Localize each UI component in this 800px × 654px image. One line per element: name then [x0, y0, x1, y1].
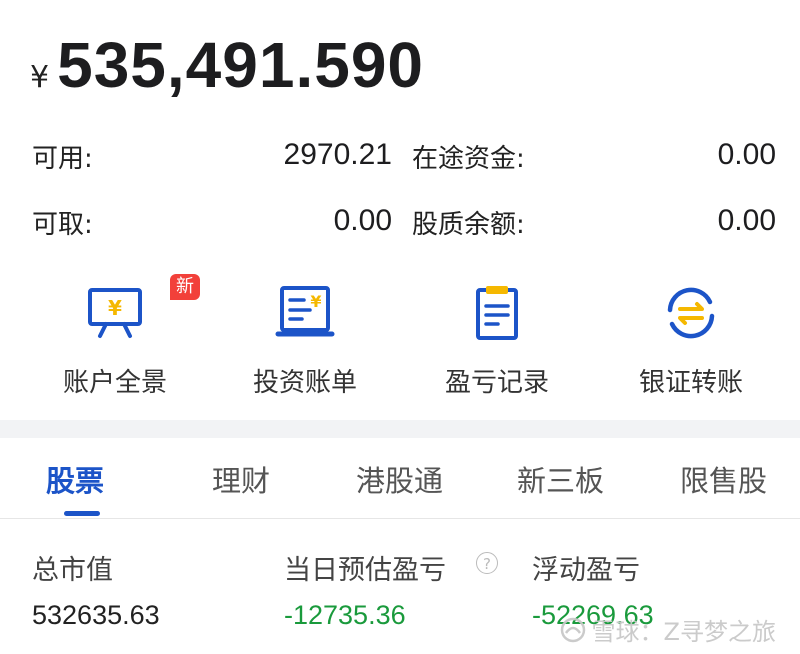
active-tab-indicator — [64, 511, 100, 516]
investment-bill-button[interactable]: ¥ 投资账单 — [210, 278, 400, 398]
tab-neeq[interactable]: 新三板 — [517, 458, 604, 500]
in-transit-value: 0.00 — [717, 138, 776, 171]
investment-bill-icon: ¥ — [275, 286, 335, 337]
withdrawable-label: 可取: — [32, 210, 93, 240]
pledge-balance-value: 0.00 — [717, 204, 776, 237]
account-overview-label: 账户全景 — [62, 368, 167, 398]
profit-loss-record-icon — [476, 286, 518, 340]
currency-symbol: ¥ — [30, 60, 50, 95]
investment-bill-label: 投资账单 — [252, 368, 357, 398]
section-divider — [0, 420, 800, 438]
help-icon[interactable]: ? — [476, 552, 498, 574]
market-value: 532635.63 — [32, 600, 160, 630]
account-overview-button[interactable]: ¥ 新 账户全景 — [20, 274, 210, 398]
svg-text:¥: ¥ — [310, 292, 321, 311]
snowball-logo-icon — [560, 617, 585, 642]
pledge-balance-label: 股质余额: — [412, 210, 525, 240]
tab-hk-connect[interactable]: 港股通 — [356, 458, 443, 500]
total-assets-value: 535,491.590 — [57, 29, 424, 101]
asset-type-tabs: 股票 理财 港股通 新三板 限售股 — [0, 438, 800, 519]
new-badge: 新 — [170, 274, 200, 300]
watermark: 雪球：Z寻梦之旅 — [560, 612, 776, 647]
market-value-label: 总市值 — [32, 555, 113, 586]
available-value: 2970.21 — [283, 138, 392, 171]
bank-transfer-button[interactable]: 银证转账 — [596, 278, 786, 398]
quick-actions: ¥ 新 账户全景 ¥ 投资账单 盈亏记录 银证转账 — [0, 274, 800, 398]
tab-stocks[interactable]: 股票 — [46, 458, 104, 500]
daily-pl-value: -12735.36 — [284, 600, 406, 630]
bank-transfer-label: 银证转账 — [638, 368, 743, 398]
tab-restricted-shares[interactable]: 限售股 — [680, 458, 767, 500]
balance-row-available: 可用: 2970.21 在途资金: 0.00 — [32, 138, 776, 178]
in-transit-label: 在途资金: — [412, 144, 525, 174]
available-label: 可用: — [32, 144, 93, 174]
account-assets-page: ¥ 535,491.590 可用: 2970.21 在途资金: 0.00 可取:… — [0, 0, 800, 654]
watermark-text: 雪球：Z寻梦之旅 — [591, 618, 776, 646]
balance-row-withdrawable: 可取: 0.00 股质余额: 0.00 — [32, 204, 776, 244]
tab-wealth-management[interactable]: 理财 — [212, 458, 270, 500]
profit-loss-record-label: 盈亏记录 — [444, 368, 549, 398]
withdrawable-value: 0.00 — [333, 204, 392, 237]
daily-pl-label: 当日预估盈亏 — [284, 555, 446, 586]
bank-transfer-icon — [667, 287, 715, 339]
account-overview-icon: ¥ — [88, 288, 142, 338]
profit-loss-record-button[interactable]: 盈亏记录 — [402, 278, 592, 398]
float-pl-label: 浮动盈亏 — [532, 555, 640, 586]
svg-text:¥: ¥ — [108, 296, 122, 320]
total-assets: ¥ 535,491.590 — [30, 28, 424, 102]
